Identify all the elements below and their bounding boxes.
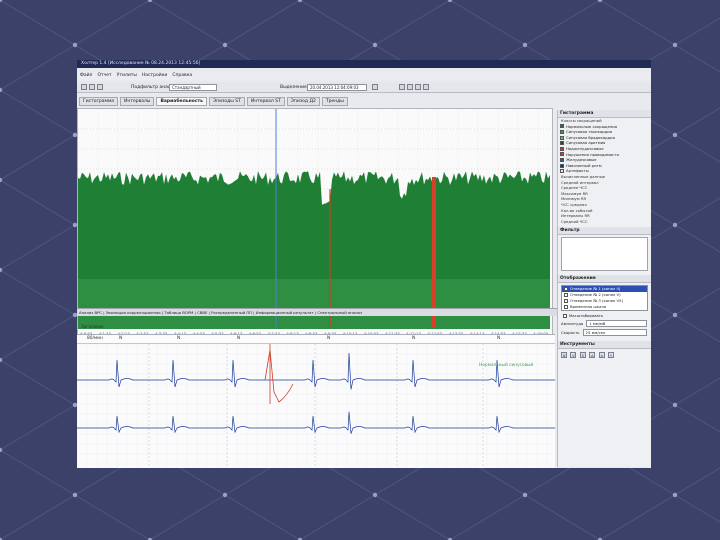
zoom-out-icon[interactable] — [407, 84, 413, 90]
calc-row: Средний ЧСС — [561, 218, 588, 224]
amplitude-label: Амплитуда — [561, 321, 584, 327]
beat-label: N — [237, 336, 241, 341]
filter-select[interactable]: Стандартный — [169, 84, 217, 91]
channel-checkbox[interactable] — [564, 293, 568, 298]
settings-icon[interactable] — [423, 84, 429, 90]
menu-item-file[interactable]: Файл — [80, 72, 92, 80]
ecg-tab-title[interactable]: Заголовок — [81, 324, 104, 329]
legend-swatch — [560, 135, 564, 140]
scale-checkbox[interactable] — [563, 314, 567, 319]
display-channels-list: Отведение № 1 (канал II) Отведение № 2 (к… — [561, 285, 648, 312]
scale-label: Масштабировать — [569, 313, 604, 319]
beat-label: N — [412, 336, 416, 341]
ecg-beat-labels: 80/мин N N N N N N — [77, 335, 555, 344]
tab-st-interval[interactable]: Интервал ST — [246, 97, 285, 106]
tool-delete-icon[interactable]: × — [598, 352, 605, 359]
zoom-in-icon[interactable] — [399, 84, 405, 90]
legend-swatch — [560, 129, 564, 134]
speed-select[interactable]: 25 мм/сек — [582, 329, 647, 337]
save-icon[interactable] — [89, 84, 95, 90]
legend-swatch — [560, 157, 564, 162]
channel-checkbox[interactable] — [564, 299, 568, 304]
filter-box — [561, 237, 648, 272]
rr-interval-fill — [78, 171, 550, 279]
amplitude-select[interactable]: 1 мм/мВ — [586, 320, 647, 328]
tool-normal-icon[interactable]: N — [561, 352, 567, 359]
rhythmogram-chart — [78, 109, 550, 329]
legend-swatch — [560, 163, 564, 168]
menu-item-settings[interactable]: Настройки — [142, 72, 167, 80]
beat-label: N — [497, 336, 501, 341]
tab-intervals[interactable]: Интервалы — [120, 97, 155, 106]
tools-row: N V S A × ↖ — [558, 349, 651, 362]
analysis-tabs[interactable]: Анализ ВРС | Эволюция корреляционная | Т… — [77, 308, 557, 316]
calc-values-list: Средний интервал Среднее ЧСС Максимум RR Ми… — [558, 180, 651, 225]
tools-section-header[interactable]: Инструменты — [558, 341, 651, 350]
legend-swatch — [560, 146, 564, 151]
display-channel-item[interactable]: Временная шкала — [562, 304, 647, 310]
fit-icon[interactable] — [415, 84, 421, 90]
view-tabs: Гистограмма Интервалы Вариабельность Эпи… — [77, 96, 557, 107]
tab-histogram[interactable]: Гистограмма — [79, 97, 119, 106]
ecg-annotation: Нормальный синусовый — [479, 363, 534, 368]
tool-artifact-icon[interactable]: A — [589, 352, 596, 359]
event-marker — [432, 177, 436, 327]
go-icon[interactable] — [372, 84, 378, 90]
menu-item-report[interactable]: Отчет — [97, 72, 111, 80]
monitor-screenshot: Холтер 1.4 [Исследование № 08.24.2013 12… — [77, 60, 651, 468]
legend-swatch — [560, 141, 564, 146]
tool-cursor-icon[interactable]: ↖ — [608, 352, 615, 359]
ecg-lead-2-trace — [77, 411, 555, 434]
ecg-tab-bar: Заголовок — [77, 322, 557, 331]
tab-trends[interactable]: Тренды — [321, 97, 348, 106]
histogram-section-header[interactable]: Гистограмма — [558, 110, 651, 118]
ecg-strip-panel[interactable]: 80/мин N N N N N N Нормальный синусовый — [77, 334, 555, 468]
tool-supraventricular-icon[interactable]: S — [579, 352, 586, 359]
channel-checkbox[interactable] — [564, 305, 568, 310]
legend-swatch — [560, 124, 564, 129]
menu-item-utilities[interactable]: Утилиты — [117, 72, 137, 80]
speed-label: Скорость — [561, 330, 580, 336]
selection-label: Выделение — [280, 85, 307, 90]
amplitude-row: Амплитуда 1 мм/мВ — [558, 319, 651, 328]
beat-label: N — [177, 336, 181, 341]
beat-class-legend: Нормальные сокращения Синусовая тахикарди… — [558, 124, 651, 174]
toolbar: Подфильтр анализа Стандартный Выделение … — [77, 82, 651, 93]
tab-d2-episode[interactable]: Эпизод Д2 — [286, 97, 320, 106]
menu-bar: Файл Отчет Утилиты Настройки Справка — [77, 72, 651, 80]
tab-variability[interactable]: Вариабельность — [156, 97, 207, 106]
beat-label: 80/мин — [87, 336, 103, 341]
tool-ventricular-icon[interactable]: V — [570, 352, 577, 359]
beat-label: N — [327, 336, 331, 341]
menu-item-help[interactable]: Справка — [172, 72, 192, 80]
print-icon[interactable] — [97, 84, 103, 90]
display-section-header[interactable]: Отображение — [558, 275, 651, 284]
tab-st-episodes[interactable]: Эпизоды ST — [209, 97, 245, 106]
channel-checkbox[interactable] — [564, 287, 568, 292]
legend-swatch — [560, 169, 564, 174]
right-sidebar: Гистограмма Классы сокращений Нормальные… — [557, 110, 651, 467]
speed-row: Скорость 25 мм/сек — [558, 328, 651, 337]
channel-label: Временная шкала — [570, 304, 607, 310]
window-title-bar: Холтер 1.4 [Исследование № 08.24.2013 12… — [77, 60, 651, 68]
filter-section-header[interactable]: Фильтр — [558, 227, 651, 236]
legend-swatch — [560, 152, 564, 157]
open-icon[interactable] — [81, 84, 87, 90]
selection-time-field[interactable]: 20.04.2013 12:04:09:03 — [307, 84, 367, 91]
beat-label: N — [119, 336, 123, 341]
